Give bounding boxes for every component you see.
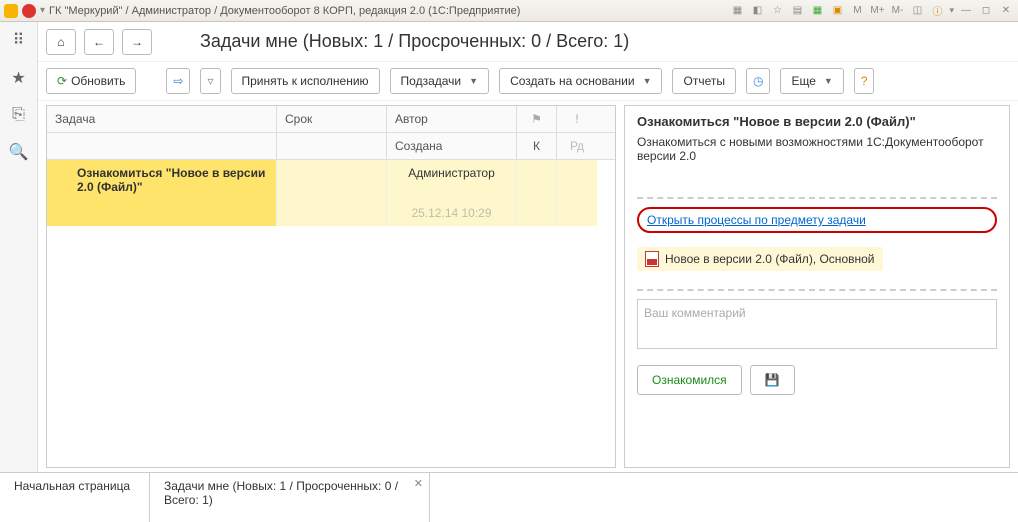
- grid-header-row: Задача Срок Автор ⚑ !: [47, 106, 615, 133]
- col-flag[interactable]: ⚑: [517, 106, 557, 132]
- left-rail: ⠿ ★ ⎘ 🔍: [0, 22, 38, 472]
- table-row[interactable]: Ознакомиться "Новое в версии 2.0 (Файл)"…: [47, 160, 615, 200]
- panel-icon[interactable]: ◫: [909, 3, 925, 19]
- more-button[interactable]: Еще▼: [780, 68, 843, 94]
- acknowledge-button[interactable]: Ознакомился: [637, 365, 742, 395]
- task-title-cell: Ознакомиться "Новое в версии 2.0 (Файл)": [47, 160, 277, 200]
- attachment-item[interactable]: Новое в версии 2.0 (Файл), Основной: [637, 247, 883, 271]
- col-author[interactable]: Автор: [387, 106, 517, 132]
- window-titlebar: ▾ ГК "Меркурий" / Администратор / Докуме…: [0, 0, 1018, 22]
- info-icon[interactable]: ⓘ: [929, 3, 945, 19]
- calendar-icon[interactable]: ▣: [829, 3, 845, 19]
- col-created[interactable]: Создана: [387, 133, 517, 159]
- toolbar: ⟳Обновить ⇨ ▿ Принять к исполнению Подза…: [38, 62, 1018, 101]
- reports-button[interactable]: Отчеты: [672, 68, 735, 94]
- home-button[interactable]: ⌂: [46, 29, 76, 55]
- window-title-text: ГК "Меркурий" / Администратор / Документ…: [49, 5, 520, 17]
- col-excl[interactable]: !: [557, 106, 597, 132]
- task-list-pane: Задача Срок Автор ⚑ ! Создана К Рд Ознак…: [46, 105, 616, 468]
- tab-tasks[interactable]: Задачи мне (Новых: 1 / Просроченных: 0 /…: [150, 473, 430, 522]
- save-button[interactable]: 💾: [750, 365, 795, 395]
- page-title: Задачи мне (Новых: 1 / Просроченных: 0 /…: [200, 31, 629, 52]
- minimize-icon[interactable]: —: [958, 3, 974, 19]
- annotation-highlight: Открыть процессы по предмету задачи: [637, 207, 997, 233]
- app-icon: [4, 4, 18, 18]
- tool-icon[interactable]: ◧: [749, 3, 765, 19]
- close-dot-icon[interactable]: [22, 4, 36, 18]
- apps-icon[interactable]: ⠿: [13, 30, 25, 50]
- tab-start-page[interactable]: Начальная страница: [0, 473, 150, 522]
- attachment-label: Новое в версии 2.0 (Файл), Основной: [665, 252, 875, 266]
- col-rd[interactable]: Рд: [557, 133, 597, 159]
- refresh-button[interactable]: ⟳Обновить: [46, 68, 136, 94]
- calculator-icon[interactable]: ▦: [809, 3, 825, 19]
- subtasks-button[interactable]: Подзадачи▼: [390, 68, 490, 94]
- m-button[interactable]: M: [849, 3, 865, 19]
- open-processes-link[interactable]: Открыть процессы по предмету задачи: [647, 213, 866, 227]
- grid-subheader-row: Создана К Рд: [47, 133, 615, 160]
- star-icon[interactable]: ★: [11, 68, 25, 88]
- tool-icon[interactable]: ☆: [769, 3, 785, 19]
- table-row-sub[interactable]: 25.12.14 10:29: [47, 200, 615, 226]
- clock-button[interactable]: ◷: [746, 68, 770, 94]
- bottom-tab-bar: Начальная страница Задачи мне (Новых: 1 …: [0, 472, 1018, 522]
- task-created-cell: 25.12.14 10:29: [387, 200, 517, 226]
- create-based-button[interactable]: Создать на основании▼: [499, 68, 662, 94]
- m-plus-button[interactable]: M+: [869, 3, 885, 19]
- detail-title: Ознакомиться "Новое в версии 2.0 (Файл)": [637, 114, 997, 129]
- history-icon[interactable]: ⎘: [12, 106, 25, 124]
- search-icon[interactable]: 🔍: [9, 142, 29, 162]
- help-button[interactable]: ?: [854, 68, 875, 94]
- close-tab-icon[interactable]: ✕: [414, 477, 423, 490]
- top-nav: ⌂ ← → Задачи мне (Новых: 1 / Просроченны…: [38, 22, 1018, 62]
- col-task[interactable]: Задача: [47, 106, 277, 132]
- close-icon[interactable]: ✕: [998, 3, 1014, 19]
- accept-button[interactable]: Принять к исполнению: [231, 68, 380, 94]
- col-k[interactable]: К: [517, 133, 557, 159]
- divider: [637, 289, 997, 291]
- comment-input[interactable]: Ваш комментарий: [637, 299, 997, 349]
- col-due[interactable]: Срок: [277, 106, 387, 132]
- tool-icon[interactable]: ▦: [729, 3, 745, 19]
- m-minus-button[interactable]: M-: [889, 3, 905, 19]
- forward-action-button[interactable]: ⇨: [166, 68, 190, 94]
- pdf-icon: [645, 251, 659, 267]
- forward-button[interactable]: →: [122, 29, 152, 55]
- divider: [637, 197, 997, 199]
- funnel-button[interactable]: ▿: [200, 68, 220, 94]
- back-button[interactable]: ←: [84, 29, 114, 55]
- task-detail-pane: Ознакомиться "Новое в версии 2.0 (Файл)"…: [624, 105, 1010, 468]
- task-author-cell: Администратор: [387, 160, 517, 200]
- tool-icon[interactable]: ▤: [789, 3, 805, 19]
- titlebar-tools: ▦ ◧ ☆ ▤ ▦ ▣ M M+ M- ◫ ⓘ ▾ — ◻ ✕: [729, 3, 1014, 19]
- maximize-icon[interactable]: ◻: [978, 3, 994, 19]
- detail-description: Ознакомиться с новыми возможностями 1С:Д…: [637, 135, 997, 163]
